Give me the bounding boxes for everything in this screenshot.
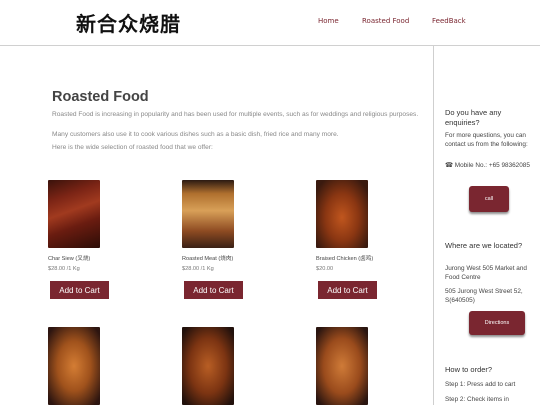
site-header: 新合众烧腊 Home Roasted Food FeedBack — [0, 0, 540, 46]
phone-icon: ☎ — [445, 162, 453, 169]
add-to-cart-button[interactable]: Add to Cart — [184, 281, 243, 299]
usage-paragraph: Many customers also use it to cook vario… — [52, 131, 339, 138]
sidebar: Do you have any enquiries? For more ques… — [434, 46, 540, 405]
product-name: Roasted Meat (烧肉) — [182, 256, 234, 262]
product-name: Braised Chicken (卤鸡) — [316, 256, 374, 262]
product-card-char-siew: Char Siew (叉烧) $28.00 /1 Kg Add to Cart — [48, 180, 158, 299]
nav-home[interactable]: Home — [318, 17, 339, 25]
page-title: Roasted Food — [52, 89, 149, 105]
product-card-duck-3 — [316, 327, 426, 405]
location-heading: Where are we located? — [445, 241, 523, 250]
product-price: $28.00 /1 Kg — [48, 266, 80, 272]
nav-roasted-food[interactable]: Roasted Food — [362, 17, 409, 25]
roast-duck-image — [182, 327, 234, 405]
add-to-cart-button[interactable]: Add to Cart — [50, 281, 109, 299]
product-price: $20.00 — [316, 266, 334, 272]
order-heading: How to order? — [445, 365, 493, 374]
call-button[interactable]: call — [469, 186, 509, 212]
location-address: 505 Jurong West Street 52, S(640505) — [445, 288, 523, 304]
order-step-1: Step 1: Press add to cart — [445, 381, 516, 388]
roast-duck-image — [316, 327, 368, 405]
nav-feedback[interactable]: FeedBack — [432, 17, 466, 25]
product-card-duck-2 — [182, 327, 292, 405]
product-card-roasted-meat: Roasted Meat (烧肉) $28.00 /1 Kg Add to Ca… — [182, 180, 292, 299]
order-step-2: Step 2: Check items in — [445, 396, 509, 403]
roast-duck-image — [48, 327, 100, 405]
product-card-braised-chicken: Braised Chicken (卤鸡) $20.00 Add to Cart — [316, 180, 426, 299]
product-name: Char Siew (叉烧) — [48, 256, 91, 262]
location-name: Jurong West 505 Market and Food Centre — [445, 265, 527, 281]
directions-button[interactable]: Directions — [469, 311, 525, 335]
product-price: $28.00 /1 Kg — [182, 266, 214, 272]
phone-line: ☎ Mobile No.: +65 98362085 — [445, 162, 537, 171]
selection-paragraph: Here is the wide selection of roasted fo… — [52, 144, 213, 151]
enquiry-heading: Do you have any enquiries? — [445, 108, 502, 127]
main-content: Roasted Food Roasted Food is increasing … — [0, 46, 433, 405]
char-siew-image — [48, 180, 100, 248]
product-card-duck-1 — [48, 327, 158, 405]
phone-text: Mobile No.: +65 98362085 — [454, 162, 530, 169]
intro-paragraph: Roasted Food is increasing in popularity… — [52, 111, 419, 118]
add-to-cart-button[interactable]: Add to Cart — [318, 281, 377, 299]
braised-chicken-image — [316, 180, 368, 248]
roasted-meat-image — [182, 180, 234, 248]
site-logo[interactable]: 新合众烧腊 — [76, 8, 181, 37]
enquiry-text: For more questions, you can contact us f… — [445, 132, 528, 148]
